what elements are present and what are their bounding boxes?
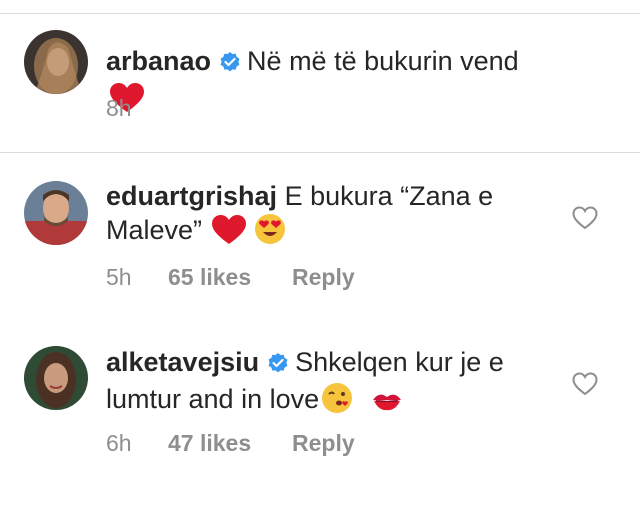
- kiss-mark-icon: [371, 388, 403, 422]
- verified-badge-icon: [219, 47, 241, 81]
- avatar[interactable]: [24, 346, 88, 410]
- comment-text-line1: E bukura “Zana e: [284, 181, 494, 211]
- username[interactable]: alketavejsiu: [106, 347, 259, 377]
- verified-badge-icon: [267, 348, 289, 382]
- timestamp: 8h: [106, 95, 132, 121]
- kissing-face-emoji-icon: [321, 382, 353, 422]
- username[interactable]: arbanao: [106, 46, 211, 76]
- comment: alketavejsiu Shkelqen kur je e lumtur and…: [106, 345, 546, 422]
- comment-text-line2: lumtur and in love: [106, 384, 320, 414]
- comment-meta: 6h 47 likes Reply: [106, 430, 355, 457]
- caption-meta: 8h: [106, 95, 168, 122]
- timestamp: 5h: [106, 264, 132, 290]
- reply-button[interactable]: Reply: [292, 430, 355, 457]
- likes-count[interactable]: 65 likes: [168, 264, 292, 291]
- comment-text-line1: Shkelqen kur je e: [295, 347, 504, 377]
- avatar[interactable]: [24, 181, 88, 245]
- avatar-image: [24, 346, 88, 410]
- username[interactable]: eduartgrishaj: [106, 181, 277, 211]
- top-divider: [0, 13, 640, 14]
- reply-button[interactable]: Reply: [292, 264, 355, 291]
- red-heart-icon: [212, 215, 247, 253]
- comment-text-line2: Maleve”: [106, 215, 203, 245]
- caption-divider: [0, 152, 640, 153]
- likes-count[interactable]: 47 likes: [168, 430, 292, 457]
- caption-comment: arbanao Në më të bukurin vend: [106, 44, 546, 121]
- heart-eyes-emoji-icon: [254, 213, 286, 253]
- avatar-image: [24, 30, 88, 94]
- avatar-image: [24, 181, 88, 245]
- comment-text: Në më të bukurin vend: [247, 46, 519, 76]
- comment: eduartgrishaj E bukura “Zana e Maleve”: [106, 179, 546, 253]
- comment-meta: 5h 65 likes Reply: [106, 264, 355, 291]
- like-heart-icon[interactable]: [572, 372, 598, 396]
- avatar[interactable]: [24, 30, 88, 94]
- like-heart-icon[interactable]: [572, 206, 598, 230]
- timestamp: 6h: [106, 430, 132, 456]
